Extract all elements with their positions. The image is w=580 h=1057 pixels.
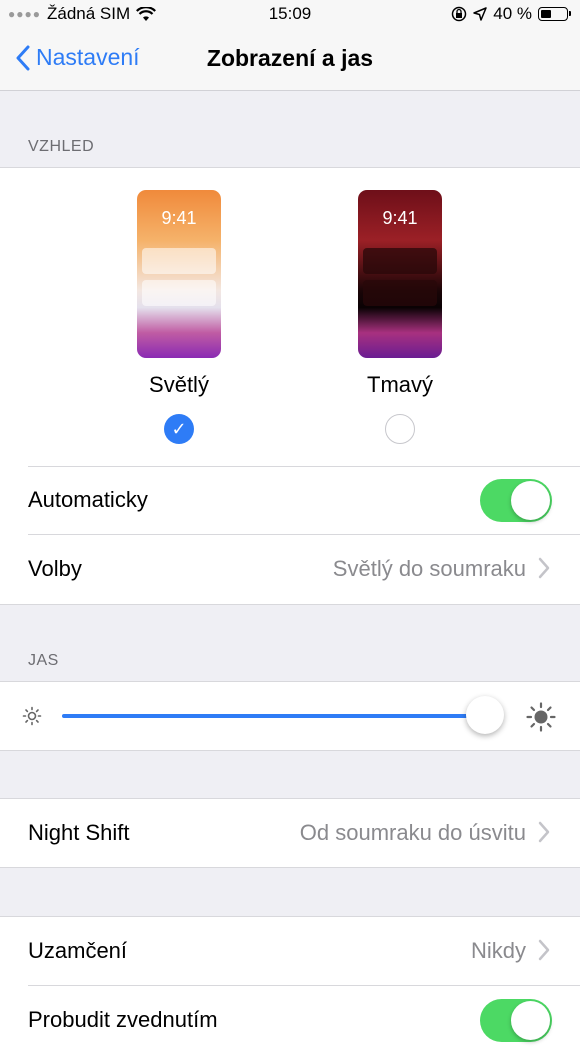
light-preview-notification [142, 280, 216, 306]
checkmark-icon: ✓ [171, 419, 187, 439]
toggle-knob [511, 1001, 550, 1040]
options-row[interactable]: Volby Světlý do soumraku [0, 535, 580, 603]
chevron-right-icon [538, 939, 550, 961]
page-title: Zobrazení a jas [206, 45, 374, 71]
section-header-appearance: VZHLED [28, 138, 95, 155]
light-preview-notification [142, 248, 216, 274]
appearance-group: 9:41 9:41 Světlý Tmavý ✓ Automaticky Vol… [0, 167, 580, 605]
automatic-label: Automaticky [28, 487, 148, 512]
status-right: 40 % [451, 4, 571, 24]
dark-preview-time: 9:41 [382, 208, 418, 228]
night-shift-row[interactable]: Night Shift Od soumraku do úsvitu [0, 799, 580, 867]
brightness-slider-track[interactable] [62, 714, 485, 718]
section-header-brightness: JAS [28, 652, 59, 669]
dark-mode-label: Tmavý [367, 372, 433, 397]
raise-to-wake-toggle[interactable] [480, 999, 552, 1042]
sun-large-icon [526, 702, 556, 732]
options-label: Volby [28, 556, 82, 581]
light-mode-preview[interactable]: 9:41 [137, 190, 221, 358]
light-preview-time: 9:41 [161, 208, 197, 228]
navigation-bar: Nastavení Zobrazení a jas [0, 28, 580, 91]
battery-icon [538, 7, 571, 21]
auto-lock-row[interactable]: Uzamčení Nikdy [0, 917, 580, 985]
chevron-right-icon [538, 557, 550, 579]
automatic-toggle[interactable] [480, 479, 552, 522]
auto-lock-value: Nikdy [470, 938, 526, 963]
battery-percent: 40 % [493, 4, 532, 23]
brightness-slider-thumb[interactable] [466, 696, 504, 734]
night-shift-value: Od soumraku do úsvitu [299, 820, 526, 845]
sun-small-icon [22, 706, 42, 726]
raise-to-wake-row: Probudit zvednutím [0, 986, 580, 1054]
chevron-right-icon [538, 821, 550, 843]
brightness-group [0, 681, 580, 751]
toggle-knob [511, 481, 550, 520]
light-mode-radio[interactable]: ✓ [164, 414, 194, 444]
night-shift-group: Night Shift Od soumraku do úsvitu [0, 798, 580, 868]
auto-lock-label: Uzamčení [28, 938, 128, 963]
dark-preview-notification [363, 280, 437, 306]
automatic-row: Automaticky [0, 466, 580, 534]
lock-group: Uzamčení Nikdy Probudit zvednutím [0, 916, 580, 1057]
raise-to-wake-label: Probudit zvednutím [28, 1007, 218, 1032]
night-shift-label: Night Shift [28, 820, 130, 845]
location-arrow-icon [473, 7, 487, 21]
dark-mode-preview[interactable]: 9:41 [358, 190, 442, 358]
options-value: Světlý do soumraku [332, 556, 526, 581]
orientation-lock-icon [452, 6, 467, 22]
dark-preview-notification [363, 248, 437, 274]
light-mode-label: Světlý [149, 372, 209, 397]
status-bar: ●●●● Žádná SIM 15:09 40 % [0, 0, 580, 28]
dark-mode-radio[interactable] [385, 414, 415, 444]
